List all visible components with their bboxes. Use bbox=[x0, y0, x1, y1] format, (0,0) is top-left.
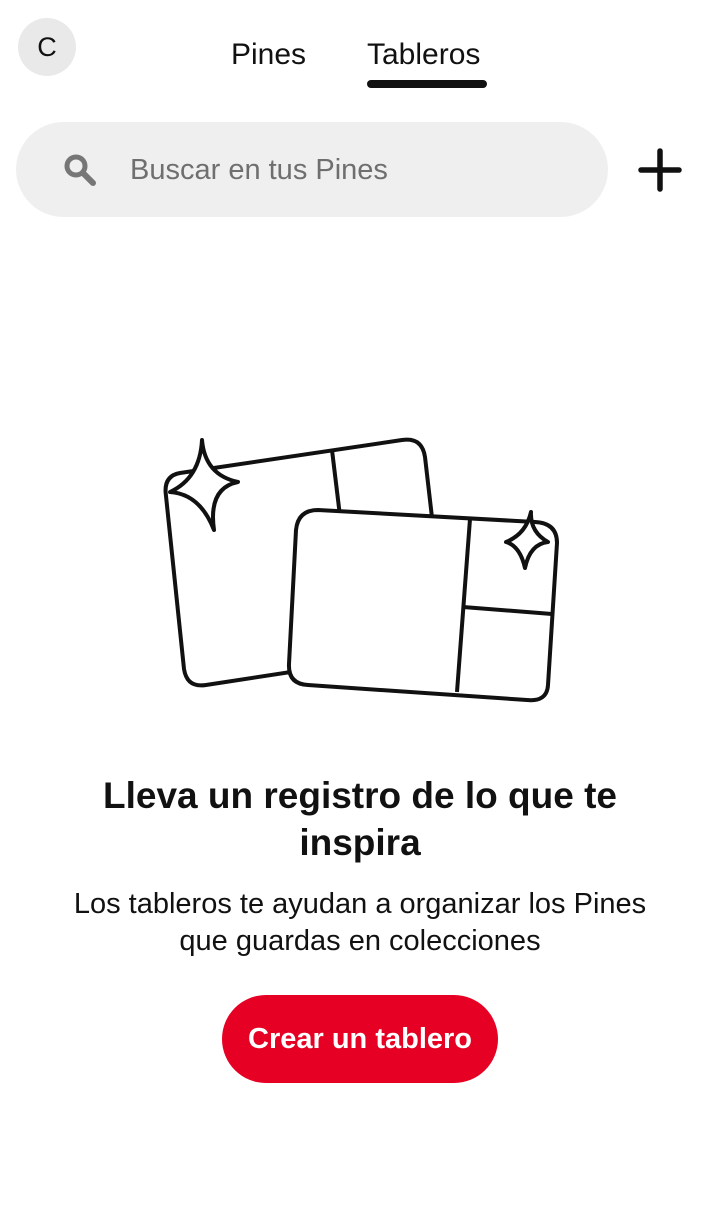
tab-pines[interactable]: Pines bbox=[231, 38, 306, 72]
tab-tableros[interactable]: Tableros bbox=[367, 38, 480, 72]
empty-state-heading: Lleva un registro de lo que te inspira bbox=[103, 775, 617, 863]
active-tab-indicator bbox=[367, 80, 487, 88]
boards-sparkle-illustration bbox=[163, 437, 559, 703]
empty-state-description: Los tableros te ayudan a organizar los P… bbox=[73, 888, 647, 957]
create-board-button[interactable]: Crear un tablero bbox=[222, 995, 498, 1083]
search-icon bbox=[64, 154, 96, 186]
search-bar[interactable] bbox=[16, 122, 608, 217]
search-input[interactable] bbox=[128, 144, 582, 196]
tab-bar: Pines Tableros bbox=[0, 30, 719, 90]
plus-icon[interactable] bbox=[636, 146, 684, 194]
